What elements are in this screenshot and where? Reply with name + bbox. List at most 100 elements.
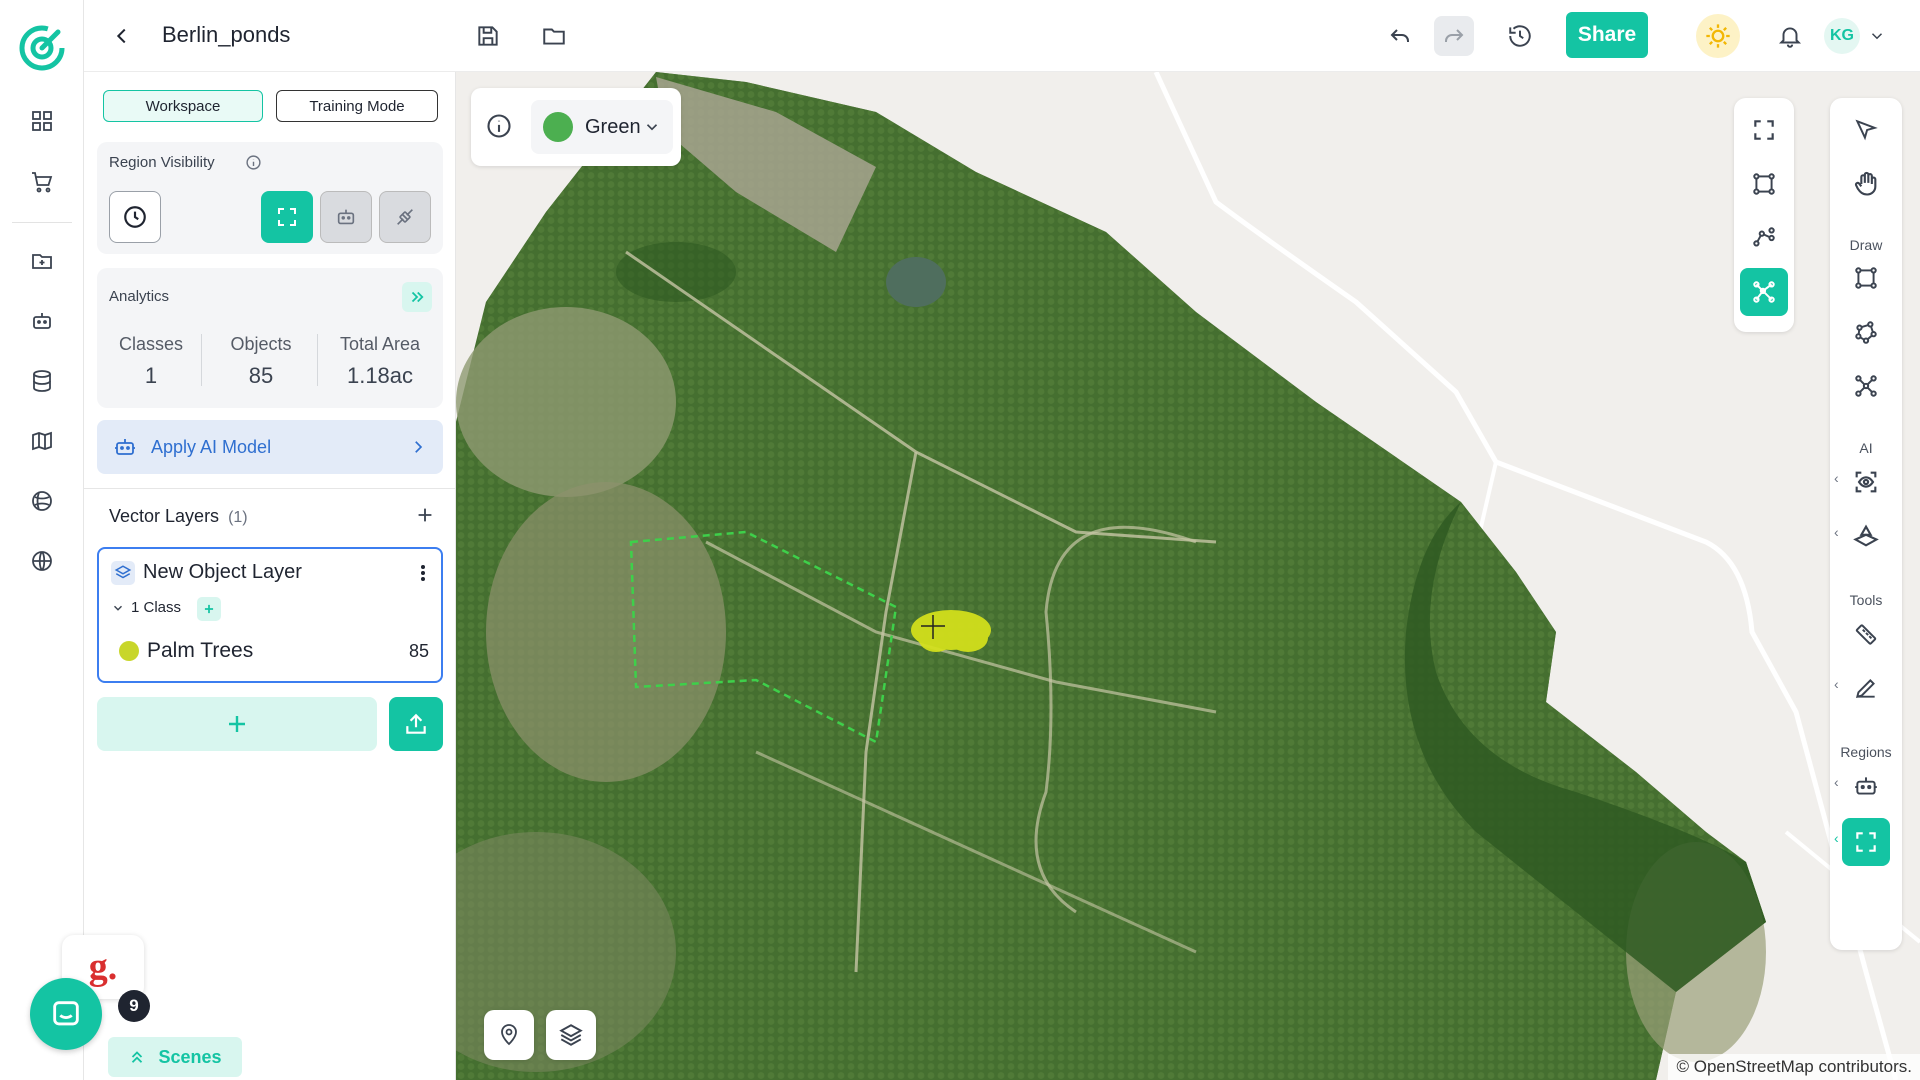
draw-polygon-icon[interactable] bbox=[1842, 308, 1890, 356]
class-name: Palm Trees bbox=[147, 639, 254, 662]
class-count-label: 1 Class bbox=[131, 599, 182, 616]
ai-detect-eye-icon[interactable] bbox=[1842, 458, 1890, 506]
chevron-down-icon bbox=[1871, 33, 1883, 40]
objects-label: Objects bbox=[230, 334, 292, 354]
vector-layers-count: (1) bbox=[228, 509, 248, 526]
robot-toggle[interactable] bbox=[320, 191, 372, 243]
classes-value: 1 bbox=[144, 363, 158, 388]
vector-layers-label: Vector Layers bbox=[109, 506, 220, 526]
chat-badge: 9 bbox=[118, 990, 150, 1022]
upload-button[interactable] bbox=[389, 697, 443, 751]
total-area-value: 1.18ac bbox=[346, 363, 414, 388]
classes-stat: Classes 1 bbox=[97, 334, 205, 389]
select-nodes-icon[interactable] bbox=[1740, 268, 1788, 316]
chevron-left-icon[interactable]: ‹ bbox=[1834, 676, 1839, 692]
undo-icon[interactable] bbox=[1380, 16, 1420, 56]
dashboard-icon[interactable] bbox=[22, 101, 62, 141]
robot-icon bbox=[115, 439, 135, 455]
layer-name: New Object Layer bbox=[143, 561, 302, 583]
layer-menu-icon[interactable] bbox=[413, 561, 433, 585]
class-row[interactable]: Palm Trees 85 bbox=[119, 639, 429, 663]
folder-open-icon[interactable] bbox=[534, 16, 574, 56]
region-robot-icon[interactable] bbox=[1842, 762, 1890, 810]
chevron-left-icon[interactable]: ‹ bbox=[1834, 830, 1839, 846]
training-mode-tab[interactable]: Training Mode bbox=[276, 90, 438, 122]
info-icon[interactable] bbox=[245, 154, 262, 171]
globe-icon[interactable] bbox=[22, 541, 62, 581]
region-frame-toggle[interactable] bbox=[261, 191, 313, 243]
robot-icon[interactable] bbox=[22, 301, 62, 341]
bbox-nodes-icon[interactable] bbox=[1740, 160, 1788, 208]
apply-ai-model-label: Apply AI Model bbox=[151, 436, 272, 457]
classes-label: Classes bbox=[118, 334, 184, 354]
chevron-left-icon[interactable]: ‹ bbox=[1834, 470, 1839, 486]
back-button[interactable] bbox=[102, 16, 142, 56]
location-pin-button[interactable] bbox=[484, 1010, 534, 1060]
drone-toggle[interactable] bbox=[379, 191, 431, 243]
notification-bell-icon[interactable] bbox=[1770, 16, 1810, 56]
draw-multipoint-icon[interactable] bbox=[1842, 362, 1890, 410]
side-panel: Workspace Training Mode Region Visibilit… bbox=[84, 72, 456, 1080]
share-button[interactable]: Share bbox=[1566, 12, 1648, 58]
draw-rectangle-icon[interactable] bbox=[1842, 254, 1890, 302]
palm-tree-detections bbox=[911, 610, 991, 652]
add-layer-button[interactable] bbox=[97, 697, 377, 751]
apply-ai-model-button[interactable]: Apply AI Model bbox=[97, 420, 443, 474]
band-color-dot bbox=[543, 112, 573, 142]
vector-layers-header: Vector Layers (1) bbox=[109, 506, 248, 527]
scenes-button[interactable]: Scenes bbox=[108, 1037, 242, 1077]
history-icon[interactable] bbox=[1500, 16, 1540, 56]
chat-button[interactable] bbox=[30, 978, 102, 1050]
objects-value: 85 bbox=[248, 363, 274, 388]
globe-grid-icon[interactable] bbox=[22, 481, 62, 521]
info-icon[interactable] bbox=[485, 112, 513, 140]
database-icon[interactable] bbox=[22, 361, 62, 401]
pointer-icon[interactable] bbox=[1842, 106, 1890, 154]
chat-icon bbox=[53, 1001, 79, 1026]
ai-group-label: AI bbox=[1859, 440, 1873, 456]
panel-divider bbox=[84, 488, 456, 489]
save-icon[interactable] bbox=[468, 16, 508, 56]
draw-tools-column: Draw AI ‹ ‹ Tools ‹ Regions ‹ ‹ bbox=[1830, 98, 1902, 950]
region-visibility-card: Region Visibility bbox=[97, 142, 443, 254]
hand-pan-icon[interactable] bbox=[1842, 160, 1890, 208]
add-class-button[interactable] bbox=[197, 597, 221, 621]
class-color-dot bbox=[119, 641, 139, 661]
cart-icon[interactable] bbox=[22, 162, 62, 202]
redo-icon[interactable] bbox=[1434, 16, 1474, 56]
rail-divider bbox=[12, 222, 72, 223]
chevron-down-icon bbox=[114, 605, 122, 611]
add-vector-layer-button[interactable] bbox=[414, 504, 436, 526]
workspace-tab[interactable]: Workspace bbox=[103, 90, 263, 122]
app-logo-icon[interactable] bbox=[18, 24, 66, 72]
map-attribution: © OpenStreetMap contributors. bbox=[1668, 1054, 1920, 1080]
scenes-label: Scenes bbox=[158, 1046, 222, 1067]
folder-icon[interactable] bbox=[22, 241, 62, 281]
band-dropdown[interactable]: Green bbox=[531, 100, 673, 154]
chevron-left-icon[interactable]: ‹ bbox=[1834, 524, 1839, 540]
layers-icon bbox=[559, 1024, 583, 1046]
ruler-icon[interactable] bbox=[1842, 610, 1890, 658]
object-layer-card[interactable]: New Object Layer 1 Class Palm Trees 85 bbox=[97, 547, 443, 683]
ai-segment-icon[interactable] bbox=[1842, 512, 1890, 560]
timer-toggle[interactable] bbox=[109, 191, 161, 243]
polyline-nodes-icon[interactable] bbox=[1740, 214, 1788, 262]
user-avatar[interactable]: KG bbox=[1824, 16, 1892, 56]
expand-analytics-button[interactable] bbox=[402, 282, 432, 312]
avatar-initials: KG bbox=[1824, 18, 1860, 54]
top-bar: Berlin_ponds Share KG bbox=[84, 0, 1920, 72]
fullscreen-icon[interactable] bbox=[1740, 106, 1788, 154]
chevron-left-icon[interactable]: ‹ bbox=[1834, 774, 1839, 790]
class-toggle[interactable]: 1 Class bbox=[111, 599, 181, 616]
draw-group-label: Draw bbox=[1849, 237, 1883, 253]
pen-icon[interactable] bbox=[1842, 664, 1890, 712]
map-canvas[interactable]: Green Draw AI ‹ ‹ Tools ‹ Regions ‹ ‹ © … bbox=[456, 72, 1920, 1080]
left-rail bbox=[0, 0, 84, 1080]
region-frame-icon[interactable] bbox=[1842, 818, 1890, 866]
layers-button[interactable] bbox=[546, 1010, 596, 1060]
total-area-label: Total Area bbox=[339, 334, 421, 354]
aerial-imagery bbox=[456, 72, 1920, 1080]
map-icon[interactable] bbox=[22, 421, 62, 461]
theme-sun-icon[interactable] bbox=[1696, 14, 1740, 58]
chevron-right-icon bbox=[415, 441, 423, 453]
